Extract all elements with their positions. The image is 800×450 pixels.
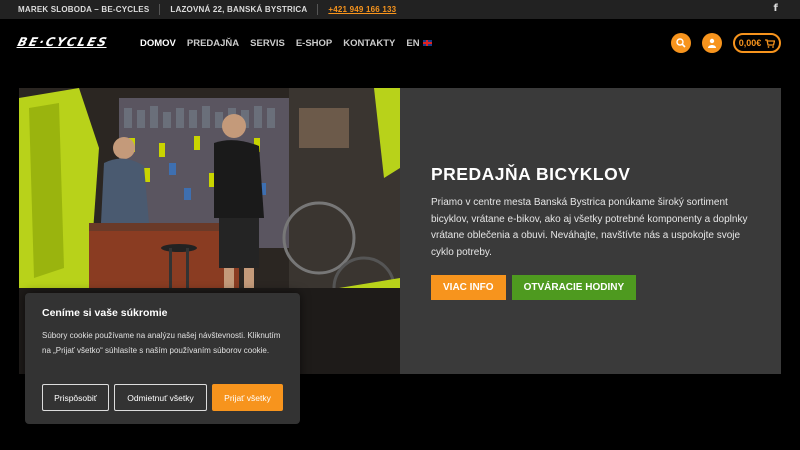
- opening-hours-button[interactable]: OTVÁRACIE HODINY: [511, 275, 637, 300]
- nav-item-kontakty[interactable]: KONTAKTY: [343, 38, 395, 49]
- language-label: EN: [406, 38, 420, 49]
- phone-link[interactable]: +421 949 166 133: [328, 5, 396, 14]
- hero-description: Priamo v centre mesta Banská Bystrica po…: [431, 197, 748, 258]
- account-button[interactable]: [702, 33, 722, 53]
- nav-item-predajna[interactable]: PREDAJŇA: [187, 38, 239, 49]
- divider: [159, 4, 161, 15]
- cart-total: 0,00€: [738, 38, 762, 48]
- user-icon: [708, 38, 716, 48]
- shop-address[interactable]: LAZOVNÁ 22, BANSKÁ BYSTRICA: [170, 5, 307, 14]
- hero-buttons: VIAC INFO OTVÁRACIE HODINY: [431, 275, 761, 300]
- cart-button[interactable]: 0,00€: [733, 33, 781, 53]
- cookie-title: Ceníme si vaše súkromie: [42, 307, 168, 319]
- more-info-button[interactable]: VIAC INFO: [431, 275, 506, 300]
- language-switch[interactable]: EN: [406, 38, 432, 49]
- cart-icon: [765, 38, 776, 48]
- main-nav: DOMOV PREDAJŇA SERVIS E-SHOP KONTAKTY EN: [140, 38, 432, 49]
- shop-name: MAREK SLOBODA – BE-CYCLES: [18, 5, 150, 14]
- nav-item-domov[interactable]: DOMOV: [140, 38, 176, 49]
- cookie-consent-banner: Ceníme si vaše súkromie Súbory cookie po…: [25, 293, 300, 424]
- cookie-text: Súbory cookie používame na analýzu našej…: [42, 331, 281, 355]
- search-icon: [676, 38, 686, 48]
- accept-all-button[interactable]: Prijať všetky: [212, 384, 283, 411]
- customize-button[interactable]: Prispôsobiť: [42, 384, 109, 411]
- cookie-buttons: Prispôsobiť Odmietnuť všetky Prijať všet…: [42, 384, 283, 411]
- search-button[interactable]: [671, 33, 691, 53]
- main-header: BE·CYCLES DOMOV PREDAJŇA SERVIS E-SHOP K…: [0, 19, 800, 67]
- top-bar: MAREK SLOBODA – BE-CYCLES LAZOVNÁ 22, BA…: [0, 0, 800, 19]
- nav-item-eshop[interactable]: E-SHOP: [296, 38, 332, 49]
- facebook-icon[interactable]: f: [773, 3, 778, 14]
- hero-title: PREDAJŇA BICYKLOV: [431, 164, 631, 184]
- logo-underline: [16, 47, 107, 48]
- reject-all-button[interactable]: Odmietnuť všetky: [114, 384, 207, 411]
- nav-item-servis[interactable]: SERVIS: [250, 38, 285, 49]
- hero-content: PREDAJŇA BICYKLOV Priamo v centre mesta …: [400, 88, 781, 374]
- divider: [317, 4, 319, 15]
- uk-flag-icon: [422, 40, 432, 47]
- logo[interactable]: BE·CYCLES: [16, 35, 110, 49]
